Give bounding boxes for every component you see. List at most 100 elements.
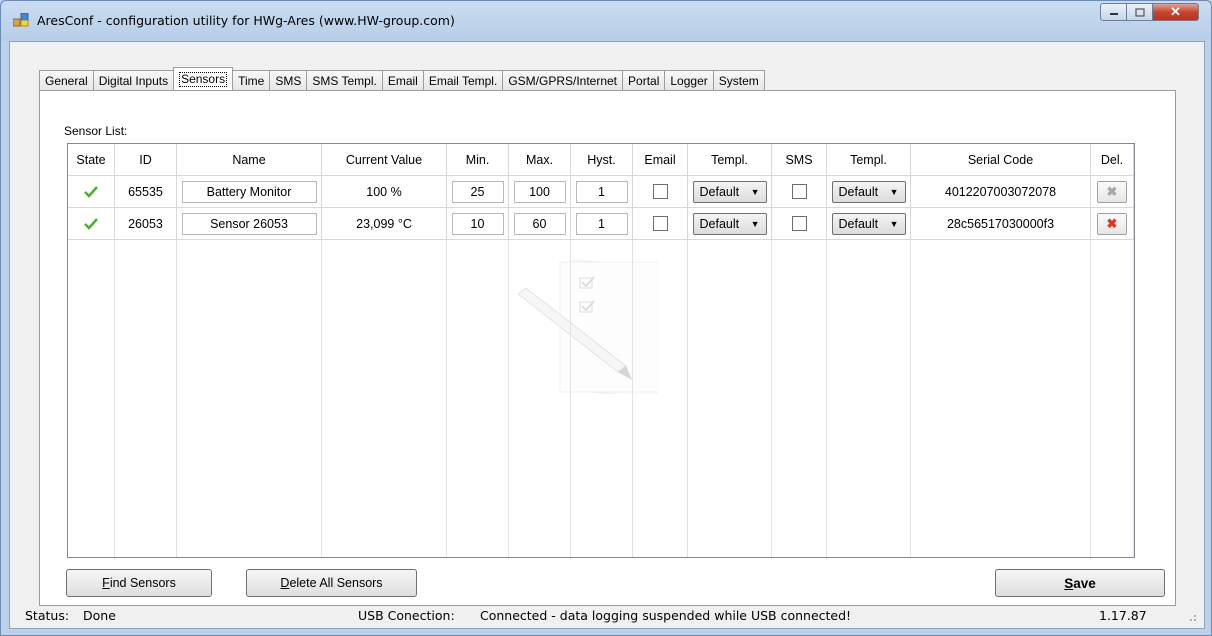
email-template-select[interactable]: Default ▼ <box>692 180 767 203</box>
tab-general[interactable]: General <box>39 70 94 90</box>
sensor-grid[interactable]: State ID Name Current Value Min. Max. Hyst. Ema… <box>67 143 1135 558</box>
column-header[interactable]: State <box>68 144 115 176</box>
column-header[interactable]: ID <box>115 144 177 176</box>
sms-template-select[interactable]: Default ▼ <box>831 180 906 203</box>
grid-column-line <box>826 240 827 557</box>
sensor-name-input[interactable]: Battery Monitor <box>181 180 317 203</box>
usb-connection-label: USB Conection: <box>358 607 455 623</box>
tab-system[interactable]: System <box>712 70 765 90</box>
grid-cell: 25 <box>447 176 509 208</box>
grid-header-row: State ID Name Current Value Min. Max. Hyst. Ema… <box>68 144 1134 176</box>
grid-cell <box>772 208 827 240</box>
hyst-input[interactable]: 1 <box>575 212 628 235</box>
grid-column-line <box>632 240 633 557</box>
grid-column-line <box>114 240 115 557</box>
tab-sms-templ[interactable]: SMS Templ. <box>306 70 383 90</box>
state-ok-check-icon <box>84 185 98 198</box>
tab-email[interactable]: Email <box>381 70 424 90</box>
minimize-button[interactable] <box>1100 3 1127 21</box>
title-bar[interactable]: AresConf - configuration utility for HWg… <box>1 1 1211 41</box>
status-bar: Status: Done USB Conection: Connected - … <box>10 602 1204 628</box>
status-label: Status: <box>25 607 70 623</box>
maximize-icon <box>1134 7 1145 17</box>
sms-template-select[interactable]: Default ▼ <box>831 212 906 235</box>
sms-checkbox[interactable] <box>791 216 807 231</box>
tab-time[interactable]: Time <box>232 70 271 90</box>
min-input[interactable]: 10 <box>451 212 504 235</box>
table-row: 26053 Sensor 26053 23,099 °C 10 60 1 Default ▼ D… <box>68 208 1134 240</box>
delete-x-icon: ✖ <box>1106 215 1118 231</box>
grid-column-line <box>176 240 177 557</box>
maximize-button[interactable] <box>1127 3 1153 21</box>
email-template-value: Default <box>699 216 740 231</box>
save-button[interactable]: Save <box>995 569 1165 597</box>
tab-email-templ[interactable]: Email Templ. <box>422 70 504 90</box>
resize-grip-icon[interactable] <box>1185 610 1197 622</box>
hyst-input[interactable]: 1 <box>575 180 628 203</box>
grid-column-line <box>687 240 688 557</box>
tab-label: GSM/GPRS/Internet <box>508 73 618 88</box>
tab-label: Logger <box>670 73 708 88</box>
tab-digital-inputs[interactable]: Digital Inputs <box>92 70 175 90</box>
grid-cell: 60 <box>509 208 571 240</box>
grid-cell: Sensor 26053 <box>177 208 322 240</box>
grid-column-line <box>1090 240 1091 557</box>
sensors-tab-panel: Sensor List: State ID Name Current Value Min… <box>39 90 1176 606</box>
delete-all-sensors-button[interactable]: Delete All Sensors <box>246 569 417 597</box>
grid-cell <box>772 176 827 208</box>
serial-code: 28c56517030000f3 <box>946 216 1055 231</box>
grid-cell: 1 <box>571 176 633 208</box>
column-header[interactable]: SMS <box>772 144 827 176</box>
email-template-select[interactable]: Default ▼ <box>692 212 767 235</box>
column-header[interactable]: Templ. <box>688 144 772 176</box>
email-template-value: Default <box>699 184 740 199</box>
column-header[interactable]: Min. <box>447 144 509 176</box>
column-header[interactable]: Del. <box>1091 144 1134 176</box>
column-header[interactable]: Max. <box>509 144 571 176</box>
column-header[interactable]: Serial Code <box>911 144 1091 176</box>
tab-logger[interactable]: Logger <box>664 70 714 90</box>
app-window-icon <box>13 13 29 27</box>
window-title: AresConf - configuration utility for HWg… <box>37 13 455 28</box>
grid-cell: ✖ <box>1091 176 1134 208</box>
column-header[interactable]: Templ. <box>827 144 911 176</box>
tab-label: General <box>45 73 88 88</box>
tab-sms[interactable]: SMS <box>269 70 308 90</box>
close-button[interactable]: ✕ <box>1153 3 1199 21</box>
sensor-name-input[interactable]: Sensor 26053 <box>181 212 317 235</box>
delete-sensor-button[interactable]: ✖ <box>1097 212 1127 235</box>
window-controls: ✕ <box>1100 3 1199 21</box>
sms-template-value: Default <box>838 216 879 231</box>
email-checkbox[interactable] <box>652 184 668 199</box>
tab-portal[interactable]: Portal <box>622 70 666 90</box>
delete-sensor-button[interactable]: ✖ <box>1097 180 1127 203</box>
minimize-icon <box>1109 13 1118 15</box>
min-input[interactable]: 25 <box>451 180 504 203</box>
tab-label: Email <box>387 73 418 88</box>
grid-cell: 1 <box>571 208 633 240</box>
find-sensors-button[interactable]: Find Sensors <box>66 569 212 597</box>
column-header[interactable]: Name <box>177 144 322 176</box>
column-header[interactable]: Hyst. <box>571 144 633 176</box>
usb-connection-value: Connected - data logging suspended while… <box>480 607 852 623</box>
email-checkbox[interactable] <box>652 216 668 231</box>
state-ok-check-icon <box>84 217 98 230</box>
version-label: 1.17.87 <box>1099 607 1147 623</box>
grid-cell: 100 % <box>322 176 447 208</box>
column-header[interactable]: Current Value <box>322 144 447 176</box>
grid-column-line <box>910 240 911 557</box>
sms-checkbox[interactable] <box>791 184 807 199</box>
max-input[interactable]: 100 <box>513 180 566 203</box>
tab-label: Sensors <box>179 71 228 87</box>
tab-gsm-gprs-internet[interactable]: GSM/GPRS/Internet <box>502 70 624 90</box>
save-label: Save <box>1064 575 1096 591</box>
grid-cell: 100 <box>509 176 571 208</box>
grid-cell: Default ▼ <box>688 176 772 208</box>
grid-cell: 10 <box>447 208 509 240</box>
grid-column-line <box>508 240 509 557</box>
grid-cell: 28c56517030000f3 <box>911 208 1091 240</box>
sms-template-value: Default <box>838 184 879 199</box>
column-header[interactable]: Email <box>633 144 688 176</box>
max-input[interactable]: 60 <box>513 212 566 235</box>
tab-sensors[interactable]: Sensors <box>173 67 234 90</box>
